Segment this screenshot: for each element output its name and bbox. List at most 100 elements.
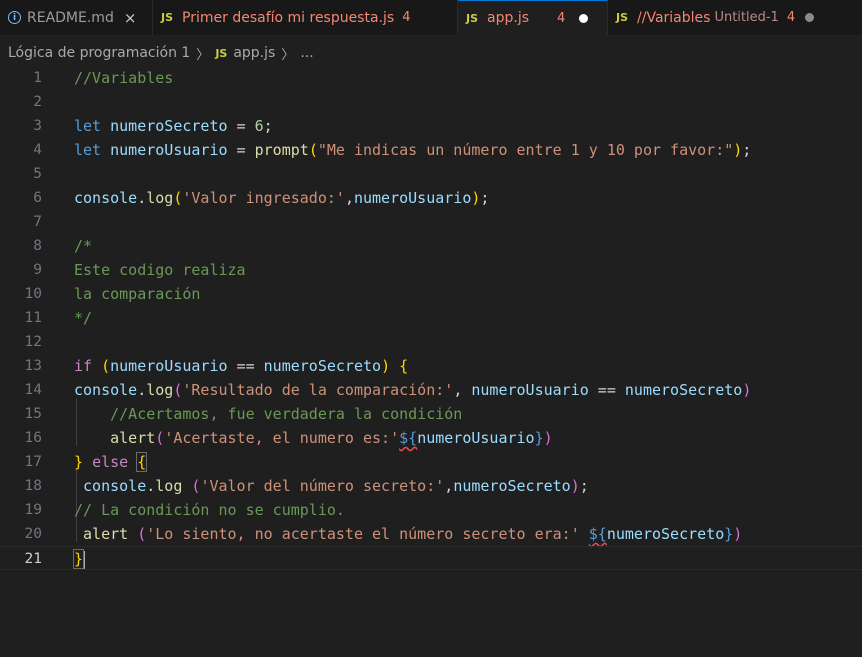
close-icon[interactable]: ×	[124, 9, 137, 27]
unsaved-dot-icon[interactable]	[805, 13, 815, 22]
code-line: 4 let numeroUsuario = prompt("Me indicas…	[0, 138, 862, 162]
tab-untitled-1[interactable]: JS //Variables Untitled-1 4	[608, 0, 862, 35]
variable: numeroSecreto	[110, 117, 228, 135]
semicolon: ;	[480, 189, 490, 207]
js-icon: JS	[616, 11, 629, 24]
operator: =	[227, 141, 255, 159]
code-line: 13 if (numeroUsuario == numeroSecreto) {	[0, 354, 862, 378]
separator: ,	[344, 189, 354, 207]
semicolon: ;	[579, 477, 589, 495]
string: 'Lo siento, no acertaste el número secre…	[146, 525, 580, 543]
function: alert	[83, 525, 129, 543]
comment: /*	[74, 237, 93, 255]
line-number: 21	[24, 551, 42, 567]
function: log	[146, 381, 174, 399]
code-line: 2	[0, 90, 862, 114]
comment: //Acertamos, fue verdadera la condición	[110, 405, 463, 423]
code-editor[interactable]: 1 //Variables 2 3 let numeroSecreto = 6;…	[0, 66, 862, 657]
variable: numeroUsuario	[471, 381, 589, 399]
operator: ==	[227, 357, 264, 375]
string: 'Resultado de la comparación:'	[182, 381, 454, 399]
code-line: 1 //Variables	[0, 66, 862, 90]
keyword: else	[92, 453, 129, 471]
editor-tab-bar: i README.md × JS Primer desafío mi respu…	[0, 0, 862, 35]
tab-label: Primer desafío mi respuesta.js	[182, 9, 395, 26]
code-line: 14 console.log('Resultado de la comparac…	[0, 378, 862, 402]
line-number: 6	[33, 190, 42, 206]
line-number: 15	[24, 406, 42, 422]
line-number: 12	[24, 334, 42, 350]
keyword: if	[74, 357, 93, 375]
js-icon: JS	[466, 11, 479, 25]
closing-brace: }	[72, 549, 85, 569]
code-line: 11 */	[0, 306, 862, 330]
tab-label: //Variables	[637, 9, 711, 26]
tab-primer-desafio[interactable]: JS Primer desafío mi respuesta.js 4	[153, 0, 458, 35]
code-line: 12	[0, 330, 862, 354]
keyword: let	[74, 141, 102, 159]
line-number: 8	[33, 238, 42, 254]
code-line: 17 } else {	[0, 450, 862, 474]
breadcrumb-folder[interactable]: Lógica de programación 1	[8, 45, 190, 61]
comment: la comparación	[74, 285, 201, 303]
variable: numeroSecreto	[453, 477, 571, 495]
variable: numeroUsuario	[110, 141, 228, 159]
tab-label: app.js	[487, 10, 530, 26]
code-line: 7	[0, 210, 862, 234]
unsaved-dot-icon[interactable]	[579, 13, 589, 23]
operator: =	[227, 117, 255, 135]
separator: ,	[453, 381, 472, 399]
number: 6	[254, 117, 264, 135]
tab-readme[interactable]: i README.md ×	[0, 0, 153, 35]
line-number: 20	[24, 526, 42, 542]
object: console	[74, 381, 138, 399]
variable: numeroSecreto	[624, 381, 743, 399]
line-number: 16	[24, 430, 42, 446]
code-line: 19 // La condición no se cumplio.	[0, 498, 862, 522]
line-number: 7	[33, 214, 42, 230]
line-number: 2	[33, 94, 42, 110]
comment: Este codigo realiza	[74, 261, 246, 279]
function: log	[155, 477, 183, 495]
code-line: 20 alert ('Lo siento, no acertaste el nú…	[0, 522, 862, 546]
semicolon: ;	[742, 141, 752, 159]
problem-count-badge: 4	[786, 10, 796, 25]
operator: ==	[588, 381, 625, 399]
code-line: 9 Este codigo realiza	[0, 258, 862, 282]
tab-sublabel: Untitled-1	[714, 10, 779, 25]
line-number: 5	[33, 166, 42, 182]
code-line: 8 /*	[0, 234, 862, 258]
line-number: 14	[24, 382, 42, 398]
line-number: 11	[24, 310, 42, 326]
chevron-right-icon: 〉	[281, 47, 295, 63]
function: log	[146, 189, 174, 207]
breadcrumb: Lógica de programación 1 〉 JS app.js 〉 .…	[0, 40, 862, 66]
code-line: 3 let numeroSecreto = 6;	[0, 114, 862, 138]
problem-count-badge: 4	[402, 10, 411, 25]
js-icon: JS	[161, 11, 174, 24]
info-icon: i	[8, 11, 21, 24]
line-number: 10	[24, 286, 42, 302]
template-start: ${	[588, 525, 607, 543]
comment: //Variables	[74, 69, 174, 87]
keyword: let	[74, 117, 102, 135]
string: "Me indicas un número entre 1 y 10 por f…	[317, 141, 734, 159]
variable: numeroSecreto	[263, 357, 382, 375]
line-number: 17	[24, 454, 42, 470]
line-number: 13	[24, 358, 42, 374]
template-end: }	[724, 525, 734, 543]
text-cursor	[83, 550, 86, 569]
line-number: 3	[33, 118, 42, 134]
breadcrumb-more[interactable]: ...	[300, 45, 313, 61]
string: 'Valor ingresado:'	[182, 189, 345, 207]
breadcrumb-file[interactable]: app.js	[233, 45, 275, 61]
line-number: 9	[33, 262, 42, 278]
object: console	[83, 477, 147, 495]
code-line-current: 21 }	[0, 546, 862, 570]
function: alert	[110, 429, 156, 447]
tab-app-js[interactable]: JS app.js 4	[458, 0, 608, 35]
string: 'Valor del número secreto:'	[200, 477, 445, 495]
variable: numeroUsuario	[417, 429, 535, 447]
variable: numeroSecreto	[606, 525, 725, 543]
string: 'Acertaste, el numero es:'	[164, 429, 400, 447]
